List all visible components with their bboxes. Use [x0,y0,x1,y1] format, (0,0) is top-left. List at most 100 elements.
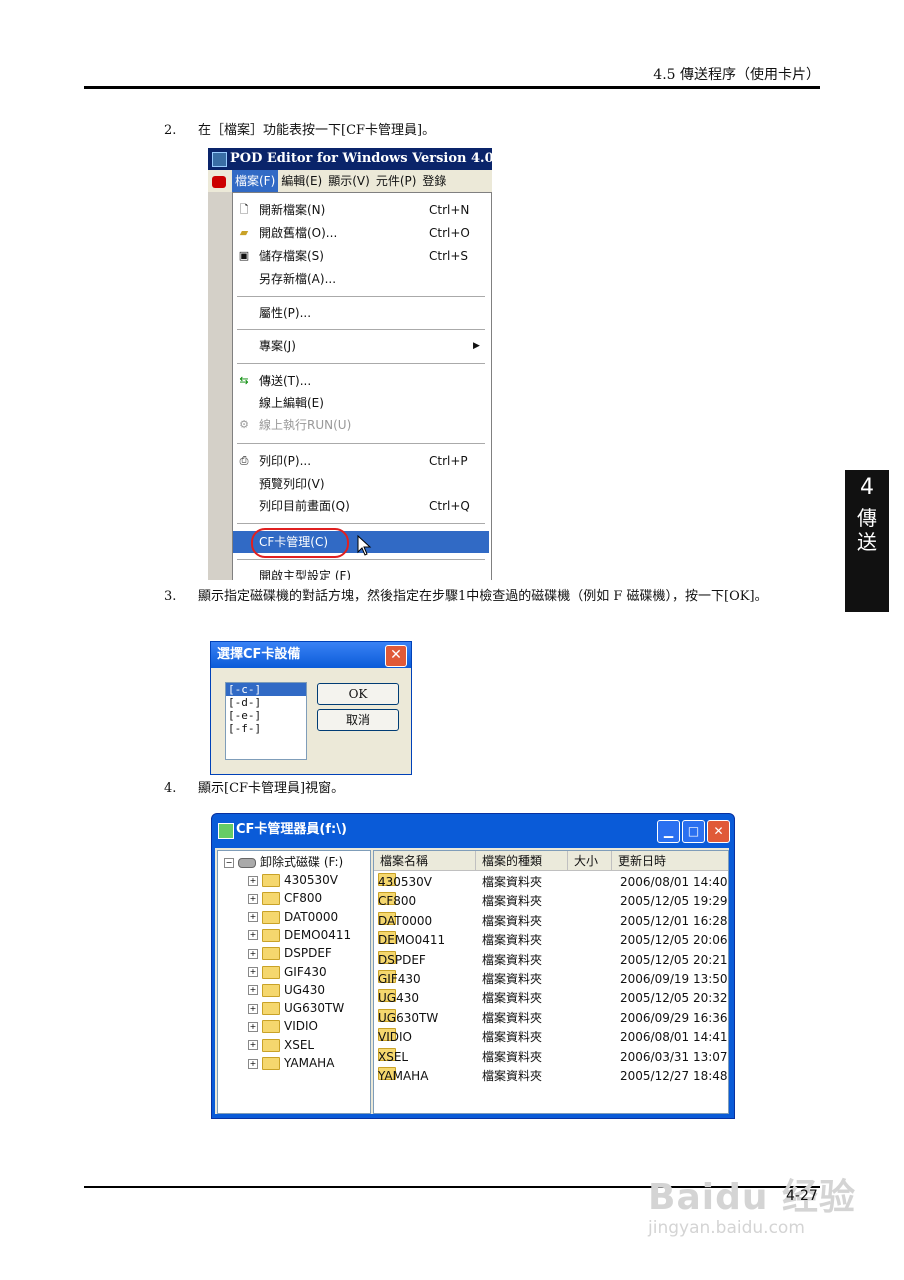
drive-option[interactable]: [-f-] [226,722,306,735]
close-icon[interactable]: ✕ [707,820,730,843]
expand-icon[interactable]: + [248,1021,258,1032]
tree-folder-item[interactable]: + YAMAHA [248,1054,334,1072]
menu-item-print-preview[interactable]: 預覽列印(V) [233,473,489,495]
file-name: VIDIO [378,1030,412,1045]
drive-option[interactable]: [-e-] [226,709,306,722]
menu-item-open[interactable]: ▰ 開啟舊檔(O)... Ctrl+O [233,222,489,244]
expand-icon[interactable]: + [248,948,258,959]
tree-folder-item[interactable]: +430530V [248,871,338,889]
expand-icon[interactable]: + [248,967,258,977]
drive-list[interactable]: [-c-] [-d-] [-e-] [-f-] [225,682,307,760]
file-row[interactable]: UG630TW 檔案資料夾 2006/09/29 16:36 [374,1008,728,1028]
file-row[interactable]: VIDIO 檔案資料夾 2006/08/01 14:41 [374,1028,728,1047]
expand-icon[interactable]: + [248,1040,258,1051]
tree-folder-item[interactable]: + XSEL [248,1036,314,1054]
manager-title: CF卡管理器員(f:\) [236,822,347,837]
tree-folder-item[interactable]: + UG630TW [248,999,344,1017]
column-header-date[interactable]: 更新日時 [612,851,728,871]
step-3: 3. 顯示指定磁碟機的對話方塊，然後指定在步驟1中檢查過的磁碟機（例如 F 磁碟… [164,584,824,636]
tree-root[interactable]: − 卸除式磁碟 (F:) [224,853,343,871]
file-row[interactable]: XSEL 檔案資料夾 2006/03/31 13:07 [374,1047,728,1067]
menu-item-new[interactable]: 🗋 開新檔案(N) Ctrl+N [233,199,489,221]
tree-folder-item[interactable]: + DAT0000 [248,908,338,926]
app-menu-icon[interactable] [212,175,226,188]
drive-option[interactable]: [-c-] [226,683,306,696]
expand-icon[interactable]: + [248,930,258,941]
column-header-name[interactable]: 檔案名稱 [374,851,476,871]
file-row[interactable]: DSPDEF 檔案資料夾 2005/12/05 20:21 [374,950,728,970]
expand-icon[interactable]: + [248,1003,258,1014]
tree-folder-label: DAT0000 [284,909,339,924]
menu-item-shortcut: Ctrl+N [429,203,470,217]
chapter-tab: 4 傳送 [845,470,889,612]
expand-icon[interactable]: + [248,1058,258,1069]
menu-item-save-as[interactable]: 另存新檔(A)... [233,268,489,290]
menu-edit[interactable]: 編輯(E) [278,170,325,192]
tree-folder-label: DEMO0411 [284,927,352,942]
file-row[interactable]: GIF430 檔案資料夾 2006/09/19 13:50 [374,970,728,989]
drive-option[interactable]: [-d-] [226,696,306,709]
menu-parts[interactable]: 元件(P) [373,170,420,192]
tree-folder-item[interactable]: + VIDIO [248,1017,318,1035]
menu-item-cf-manager[interactable]: CF卡管理(C) [233,528,489,558]
folder-tree: − 卸除式磁碟 (F:) +430530V + CF800 + DAT0000 + DEMO0… [217,850,371,1114]
file-name: 430530V [378,875,433,889]
column-header-type[interactable]: 檔案的種類 [476,851,568,871]
file-row[interactable]: 430530V 檔案資料夾 2006/08/01 14:40 [374,873,728,892]
step-2: 2. 在［檔案］功能表按一下[CF卡管理員]。 [164,118,824,144]
chapter-label: 傳送 [857,506,877,554]
menu-item-label: 屬性(P)... [259,306,312,320]
close-icon[interactable]: ✕ [385,645,407,667]
collapse-icon[interactable]: − [224,857,234,868]
folder-icon [262,983,280,997]
file-date: 2006/09/29 16:36 [620,1010,728,1025]
menu-item-transfer[interactable]: ⇆ 傳送(T)... [233,370,489,392]
folder-icon [262,1002,280,1016]
menu-item-label: 線上執行RUN(U) [259,418,352,432]
tree-folder-item[interactable]: + UG430 [248,981,325,999]
menu-item-print[interactable]: ⎙ 列印(P)... Ctrl+P [233,450,489,472]
tree-folder-item[interactable]: + DSPDEF [248,944,332,962]
menu-item-online-edit[interactable]: 線上編輯(E) [233,392,489,414]
expand-icon[interactable]: + [248,875,258,886]
tree-folder-label: YAMAHA [284,1056,335,1070]
menu-item-project[interactable]: 專案(J) ▶ [233,335,489,357]
menu-item-model-settings[interactable]: 開啟主型設定 (F) [233,565,489,580]
file-date: 2006/09/19 13:50 [620,972,728,986]
tree-folder-item[interactable]: + CF800 [248,889,322,907]
expand-icon[interactable]: + [248,912,258,923]
file-name: XSEL [378,1049,409,1064]
cancel-button[interactable]: 取消 [317,709,399,731]
ok-button[interactable]: OK [317,683,399,705]
menu-register[interactable]: 登錄 [419,170,449,192]
menu-file[interactable]: 檔案(F) [232,170,279,192]
tree-folder-item[interactable]: + GIF430 [248,963,327,981]
menu-separator [237,559,485,560]
expand-icon[interactable]: + [248,893,258,904]
file-type: 檔案資料夾 [482,1069,543,1083]
tree-folder-label: CF800 [284,891,323,906]
cf-card-icon [218,823,234,839]
file-name: UG430 [378,991,419,1006]
file-name: DAT0000 [378,913,433,928]
file-row[interactable]: YAMAHA 檔案資料夾 2005/12/27 18:48 [374,1067,728,1086]
column-header-size[interactable]: 大小 [568,851,612,871]
app-icon [212,152,227,167]
maximize-icon[interactable]: □ [682,820,705,843]
file-row[interactable]: DEMO0411 檔案資料夾 2005/12/05 20:06 [374,931,728,950]
file-name: DEMO0411 [378,933,446,948]
chapter-number: 4 [860,475,874,500]
file-row[interactable]: CF800 檔案資料夾 2005/12/05 19:29 [374,892,728,911]
menu-view[interactable]: 顯示(V) [325,170,373,192]
tree-folder-item[interactable]: + DEMO0411 [248,926,351,944]
file-row[interactable]: DAT0000 檔案資料夾 2005/12/01 16:28 [374,911,728,931]
menu-item-print-screen[interactable]: 列印目前畫面(Q) Ctrl+Q [233,495,489,517]
menu-item-online-run: ⚙ 線上執行RUN(U) [233,414,489,436]
file-row[interactable]: UG430 檔案資料夾 2005/12/05 20:32 [374,989,728,1008]
minimize-icon[interactable]: ▁ [657,820,680,843]
expand-icon[interactable]: + [248,985,258,996]
step-number: 2. [164,123,177,138]
menu-item-save[interactable]: ▣ 儲存檔案(S) Ctrl+S [233,245,489,267]
submenu-arrow-icon: ▶ [473,341,480,351]
menu-item-properties[interactable]: 屬性(P)... [233,302,489,324]
